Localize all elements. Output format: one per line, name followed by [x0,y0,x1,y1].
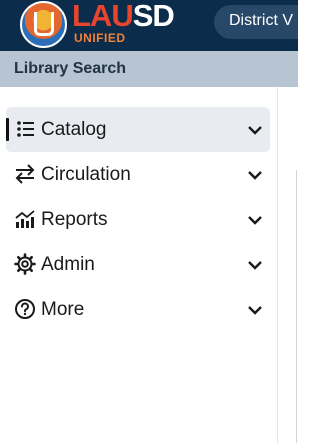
page-title: Library Search [14,60,127,77]
district-selector-button[interactable]: District V [214,5,298,39]
list-icon [17,121,34,137]
chevron-down-icon [248,216,262,225]
active-indicator [6,118,9,141]
sidebar-item-reports[interactable]: Reports [6,197,270,242]
chevron-down-icon [248,306,262,315]
lausd-logo[interactable]: LAUSD UNIFIED [20,0,200,51]
sidebar-item-label: Reports [41,209,108,230]
sidebar-menu: Catalog Circulation Reports Admin More [0,107,277,332]
sidebar-divider [277,87,278,443]
district-seal-icon [20,1,67,48]
sidebar-item-circulation[interactable]: Circulation [6,152,270,197]
content-panel-edge [296,170,298,443]
sidebar-item-label: More [41,299,85,320]
sidebar-item-label: Circulation [41,164,131,185]
chart-icon [15,210,35,228]
chevron-down-icon [248,171,262,180]
sidebar-item-label: Admin [41,254,95,275]
subheader-bar: Library Search [0,51,298,87]
chevron-down-icon [248,126,262,135]
swap-arrows-icon [15,164,35,184]
sidebar-item-more[interactable]: More [6,287,270,332]
top-header: LAUSD UNIFIED District V [0,0,298,51]
sidebar-item-catalog[interactable]: Catalog [6,107,270,152]
logo-wordmark: LAUSD [72,0,175,33]
gear-icon [14,253,36,275]
chevron-down-icon [248,261,262,270]
help-circle-icon [15,299,35,319]
logo-subtext: UNIFIED [74,31,126,45]
sidebar-item-label: Catalog [41,119,107,140]
sidebar-item-admin[interactable]: Admin [6,242,270,287]
